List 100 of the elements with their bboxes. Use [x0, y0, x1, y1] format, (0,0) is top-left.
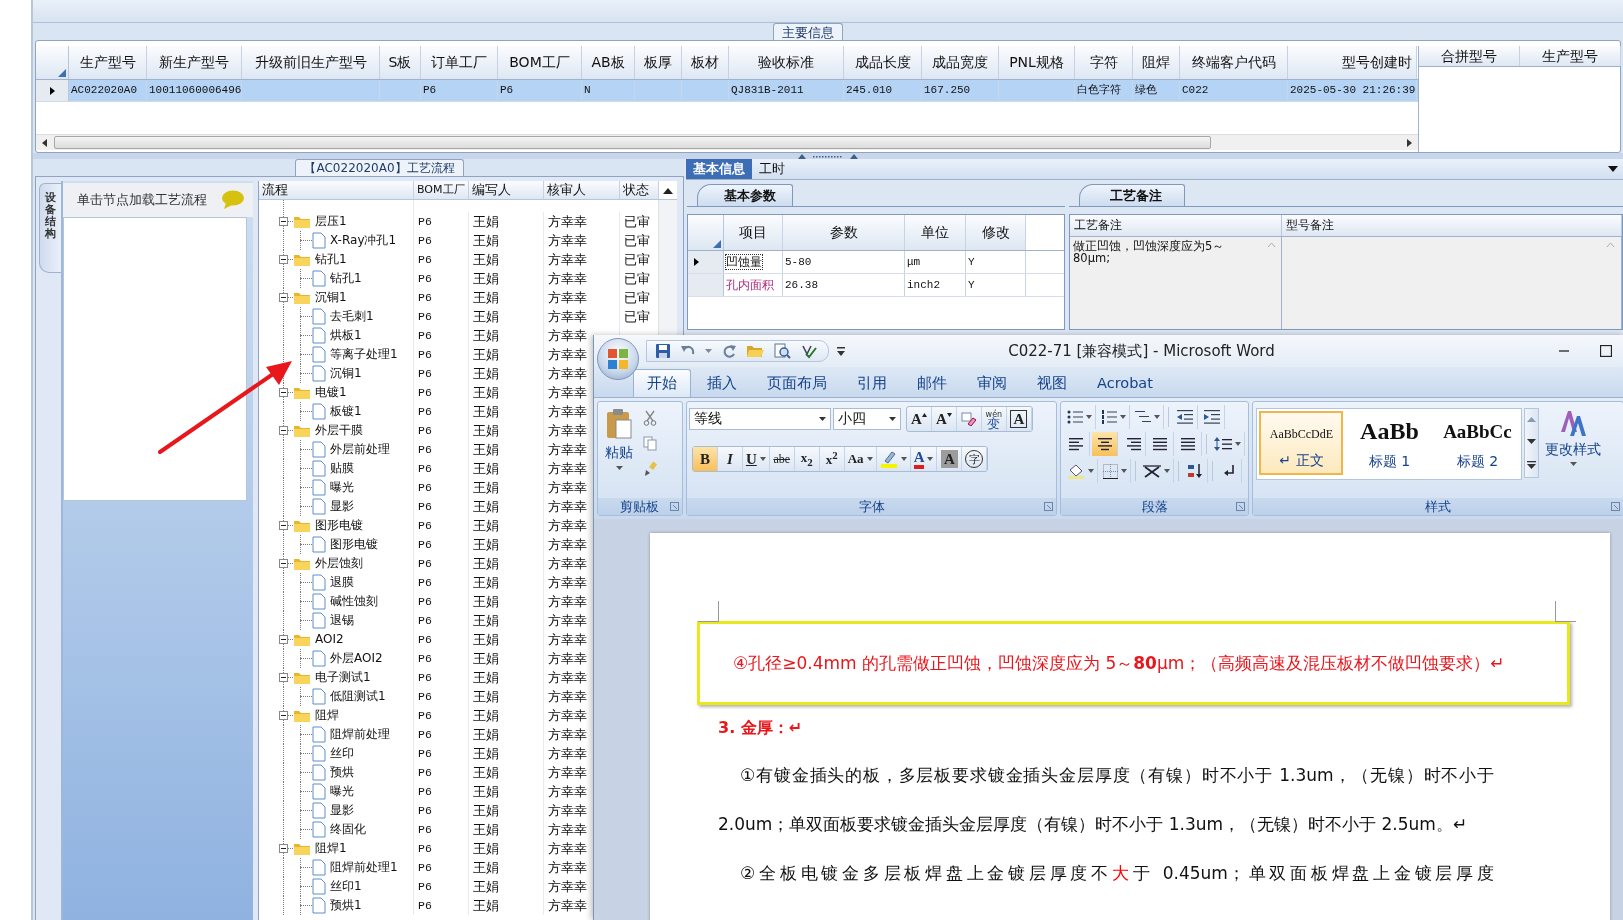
column-header[interactable]: 单位 [905, 215, 966, 250]
process-step[interactable]: 丝印1 [330, 877, 362, 896]
brush-icon[interactable] [643, 461, 658, 476]
ribbon-tab[interactable]: Acrobat [1083, 369, 1167, 397]
ribbon-tab[interactable]: 邮件 [903, 369, 961, 397]
scroll-right-icon[interactable] [1404, 137, 1414, 148]
vertical-scrollbar[interactable] [658, 200, 677, 335]
process-step[interactable]: 贴膜 [330, 459, 354, 478]
process-step[interactable]: 等离子处理1 [330, 345, 398, 364]
column-header[interactable]: 阻焊 [1133, 46, 1180, 79]
process-step[interactable]: 去毛刺1 [330, 307, 374, 326]
column-header[interactable]: 板材 [682, 46, 729, 79]
collapse-icon[interactable] [279, 559, 288, 568]
scroll-left-icon[interactable] [40, 137, 50, 148]
column-header[interactable]: 参数 [783, 215, 905, 250]
column-header[interactable]: 合拼型号 [1419, 46, 1520, 66]
style-preset[interactable]: AaBbCcDdE ↵ 正文 [1259, 411, 1344, 475]
borders-button[interactable] [1100, 459, 1132, 483]
ribbon-tab[interactable]: 页面布局 [753, 369, 841, 397]
side-tab[interactable]: 设备结构 [39, 183, 61, 273]
process-step[interactable]: 退锡 [330, 611, 354, 630]
process-step[interactable]: 阻焊前处理 [330, 725, 390, 744]
more-icon[interactable] [1527, 460, 1537, 469]
bold-button[interactable]: B [692, 447, 718, 471]
process-step[interactable]: 碱性蚀刻 [330, 592, 378, 611]
column-header[interactable]: 型号创建时 [1288, 46, 1417, 79]
scissors-icon[interactable] [643, 410, 657, 426]
column-header[interactable]: 核审人 [544, 181, 620, 199]
caret-icon[interactable] [705, 349, 712, 353]
process-step[interactable]: 沉铜1 [315, 288, 347, 307]
ribbon-tab[interactable]: 引用 [843, 369, 901, 397]
corner-triangle-icon[interactable] [713, 240, 721, 248]
process-step[interactable]: 显影 [330, 801, 354, 820]
collapse-icon[interactable] [279, 388, 288, 397]
column-header[interactable]: 项目 [724, 215, 783, 250]
spell-check-icon[interactable] [800, 343, 818, 359]
dialog-launcher-icon[interactable] [669, 502, 679, 511]
superscript-button[interactable]: x$^{2}$ [819, 447, 845, 471]
ribbon-tab[interactable]: 视图 [1023, 369, 1081, 397]
process-step[interactable]: 阻焊前处理1 [330, 858, 398, 877]
tab[interactable]: 工艺备注 [1079, 184, 1185, 206]
dialog-launcher-icon[interactable] [1236, 502, 1246, 511]
customize-toolbar-icon[interactable] [837, 346, 845, 356]
redo-icon[interactable] [721, 343, 737, 359]
process-step[interactable]: 阻焊 [315, 706, 339, 725]
collapse-icon[interactable] [279, 426, 288, 435]
font-name-field[interactable]: 等线 [688, 408, 831, 430]
multilevel-list-button[interactable] [1132, 405, 1165, 429]
process-step[interactable]: 预烘 [330, 763, 354, 782]
column-header[interactable]: 状态 [620, 181, 659, 199]
process-step[interactable]: 电镀1 [315, 383, 347, 402]
dialog-launcher-icon[interactable] [1611, 502, 1620, 511]
column-header[interactable]: 订单工厂 [421, 46, 498, 79]
column-header[interactable]: 验收标准 [729, 46, 844, 79]
process-step[interactable]: 钻孔1 [315, 250, 347, 269]
column-header[interactable]: BOM工厂 [414, 181, 469, 199]
process-step[interactable]: 退膜 [330, 573, 354, 592]
process-step[interactable]: 丝印 [330, 744, 354, 763]
tab[interactable]: 基本参数 [697, 184, 793, 206]
font-color-button[interactable]: A [910, 447, 938, 471]
print-preview-icon[interactable] [773, 343, 791, 359]
shrink-font-button[interactable]: A [931, 407, 957, 431]
tab[interactable]: 工时 [752, 159, 792, 179]
column-header[interactable]: 字符 [1075, 46, 1133, 79]
corner-triangle-icon[interactable] [58, 69, 66, 77]
column-header[interactable]: 成品长度 [844, 46, 922, 79]
tab[interactable]: 基本信息 [686, 159, 752, 179]
process-step[interactable]: 层压1 [315, 212, 347, 231]
column-header[interactable]: 生产型号 [1520, 46, 1621, 66]
collapse-icon[interactable] [279, 255, 288, 264]
process-step[interactable]: X-Ray冲孔1 [330, 231, 397, 250]
table-row[interactable]: AC022020A0 10011060006496 P6 P6 N QJ831B-2011 245.010 167.250 白色字符 绿色 C022 2025-05-30 21:26:39 [36, 80, 1418, 102]
column-header[interactable]: PNL规格 [999, 46, 1075, 79]
change-styles-button[interactable]: 更改样式 [1541, 408, 1606, 496]
splitter-grip-icon[interactable] [798, 153, 858, 159]
line-spacing-button[interactable] [1211, 432, 1246, 456]
subscript-button[interactable]: x$_{2}$ [794, 447, 820, 471]
collapse-icon[interactable] [279, 635, 288, 644]
grow-font-button[interactable]: A [906, 407, 932, 431]
process-step[interactable]: 图形电镀 [315, 516, 363, 535]
phonetic-guide-button[interactable]: wén 变 [981, 407, 1007, 431]
change-case-button[interactable]: Aa [844, 447, 877, 471]
save-icon[interactable] [655, 343, 671, 359]
collapse-icon[interactable] [279, 844, 288, 853]
gallery-scrollbar[interactable] [1524, 408, 1540, 478]
process-step[interactable]: 低阻测试1 [330, 687, 386, 706]
italic-button[interactable]: I [717, 447, 743, 471]
align-center-button[interactable] [1092, 432, 1119, 456]
scroll-down-icon[interactable] [1527, 439, 1537, 444]
process-step[interactable]: 图形电镀 [330, 535, 378, 554]
process-step[interactable]: 沉铜1 [330, 364, 362, 383]
process-step[interactable]: 外层蚀刻 [315, 554, 363, 573]
column-header[interactable]: 生产型号 [69, 46, 147, 79]
note-field[interactable]: 做正凹蚀，凹蚀深度应为5～80μm; [1070, 237, 1282, 329]
row-header[interactable] [688, 251, 724, 273]
column-header[interactable]: BOM工厂 [498, 46, 582, 79]
collapse-icon[interactable] [279, 711, 288, 720]
dropdown-icon[interactable] [1608, 166, 1618, 172]
column-header[interactable]: 成品宽度 [922, 46, 999, 79]
column-header[interactable]: 终端客户代码 [1180, 46, 1288, 79]
